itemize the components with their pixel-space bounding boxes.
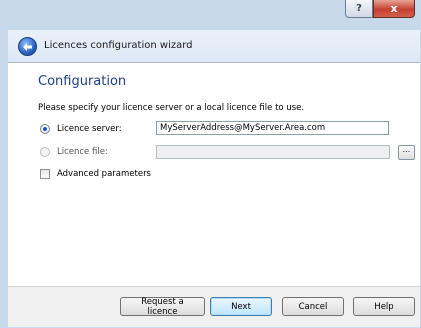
wizard-header: Licences configuration wizard <box>8 30 420 62</box>
licence-file-option[interactable]: Licence file: <box>40 147 108 157</box>
advanced-parameters-checkbox[interactable] <box>40 169 50 179</box>
close-button[interactable]: x <box>373 0 415 18</box>
licence-file-label: Licence file: <box>57 147 108 157</box>
licence-server-label: Licence server: <box>57 124 122 134</box>
licence-file-input[interactable] <box>156 145 390 159</box>
cancel-button[interactable]: Cancel <box>282 297 344 316</box>
page-title: Configuration <box>38 74 127 89</box>
advanced-parameters-option[interactable]: Advanced parameters <box>40 169 151 179</box>
next-button[interactable]: Next <box>210 297 272 316</box>
request-licence-button[interactable]: Request a licence <box>120 297 205 317</box>
licence-server-radio[interactable] <box>40 124 50 134</box>
instruction-text: Please specify your licence server or a … <box>38 103 304 113</box>
wizard-title: Licences configuration wizard <box>44 40 193 51</box>
back-arrow-icon[interactable] <box>18 37 37 56</box>
licence-file-radio[interactable] <box>40 147 50 157</box>
help-caption-button[interactable]: ? <box>345 0 373 18</box>
instruction-text-content: Please specify your licence server or a … <box>38 103 305 113</box>
browse-button[interactable]: ... <box>398 145 415 160</box>
licence-server-input[interactable]: MyServerAddress@MyServer.Area.com <box>156 121 389 135</box>
licence-server-option[interactable]: Licence server: <box>40 124 122 134</box>
advanced-parameters-label: Advanced parameters <box>57 169 151 179</box>
help-button[interactable]: Help <box>353 297 415 316</box>
radio-selected-dot <box>43 127 47 131</box>
caption-buttons: ? x <box>345 0 415 20</box>
